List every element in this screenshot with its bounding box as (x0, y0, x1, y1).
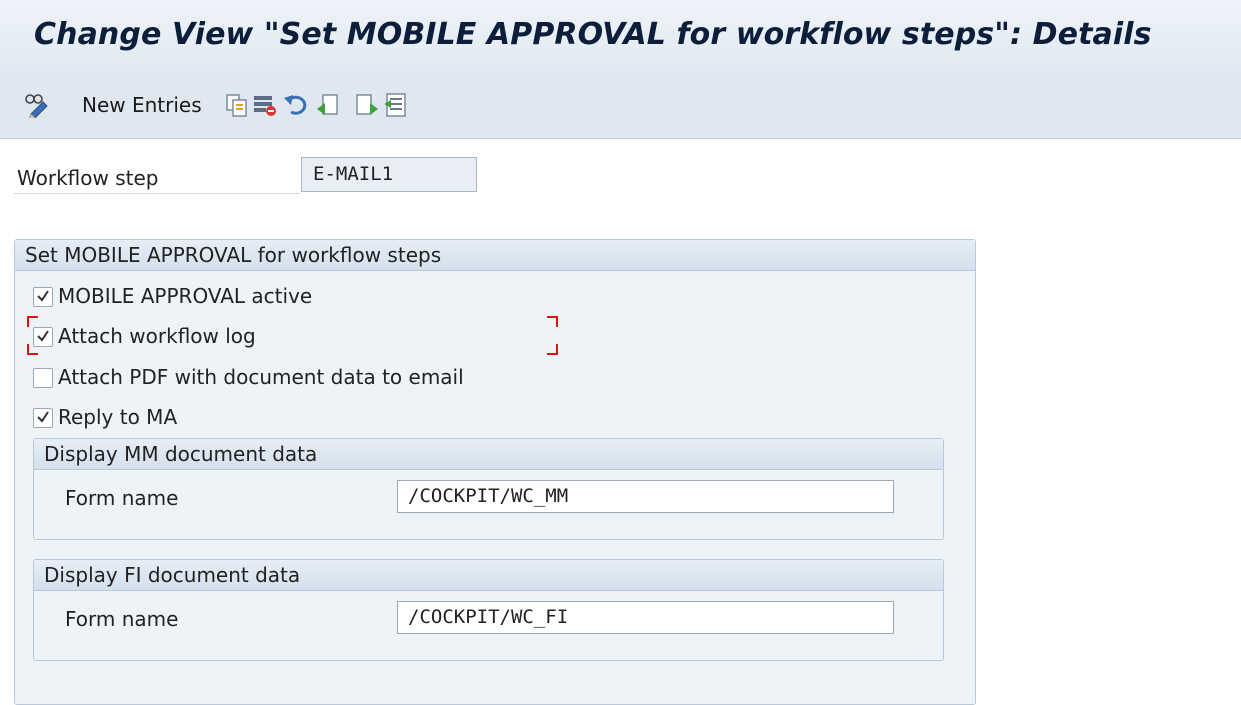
fi-document-group-title: Display FI document data (34, 560, 943, 591)
label-underline (14, 193, 300, 194)
select-block-icon[interactable] (383, 92, 409, 118)
mm-document-group-title: Display MM document data (34, 439, 943, 470)
focus-bracket-bottom-left (27, 344, 38, 355)
delete-icon[interactable] (252, 92, 278, 118)
checkbox-label: MOBILE APPROVAL active (58, 284, 313, 308)
focus-bracket-bottom-right (547, 344, 558, 355)
next-entry-icon[interactable] (354, 92, 380, 118)
new-entries-button[interactable]: New Entries (82, 93, 202, 117)
checkbox[interactable] (33, 368, 53, 388)
mobile-approval-group-title: Set MOBILE APPROVAL for workflow steps (15, 240, 975, 271)
checkmark-icon (37, 330, 49, 342)
mm-form-name-label: Form name (65, 486, 179, 510)
checkbox-label: Reply to MA (58, 405, 178, 429)
mm-form-name-input[interactable]: /COCKPIT/WC_MM (397, 480, 894, 513)
checkbox-label: Attach workflow log (58, 324, 256, 348)
workflow-step-label: Workflow step (17, 166, 159, 190)
title-bar: Change View "Set MOBILE APPROVAL for wor… (0, 0, 1241, 81)
fi-form-name-input[interactable]: /COCKPIT/WC_FI (397, 601, 894, 634)
checkmark-icon (37, 290, 49, 302)
copy-icon[interactable] (224, 92, 250, 118)
fi-form-name-label: Form name (65, 607, 179, 631)
checkbox-label: Attach PDF with document data to email (58, 365, 464, 389)
focus-bracket-top-left (27, 316, 38, 327)
undo-icon[interactable] (283, 92, 309, 118)
workflow-step-field[interactable]: E-MAIL1 (301, 157, 477, 192)
page-title: Change View "Set MOBILE APPROVAL for wor… (34, 17, 1152, 52)
glasses-pencil-icon[interactable] (23, 92, 49, 118)
checkbox[interactable] (33, 408, 53, 428)
checkmark-icon (37, 411, 49, 423)
previous-entry-icon[interactable] (315, 92, 341, 118)
checkbox[interactable] (33, 287, 53, 307)
focus-bracket-top-right (547, 316, 558, 327)
